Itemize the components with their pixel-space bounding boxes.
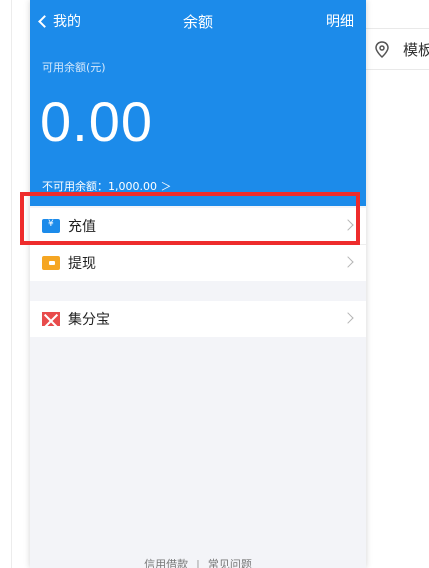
faq-link[interactable]: 常见问题	[208, 558, 252, 568]
footer-links: 信用借款 | 常见问题	[30, 556, 366, 568]
highlight-box	[20, 192, 360, 245]
list-item-label: 提现	[68, 256, 96, 272]
template-label[interactable]: 模板	[403, 39, 429, 60]
chevron-right-icon	[342, 312, 354, 324]
page-divider	[11, 0, 12, 568]
balance-amount: 0.00	[40, 90, 153, 153]
page-title: 余额	[182, 13, 213, 31]
available-balance-label: 可用余额(元)	[42, 61, 106, 74]
list-item-withdraw[interactable]: 提现	[30, 245, 366, 281]
details-button[interactable]: 明细	[326, 11, 354, 31]
list-item-label: 集分宝	[68, 312, 110, 328]
balance-header: 我的 余额 明细 可用余额(元) 0.00 不可用余额：1,000.00 ＞	[30, 0, 366, 206]
location-pin-icon[interactable]	[374, 41, 390, 59]
withdraw-icon	[42, 256, 60, 270]
menu-group-2: 集分宝	[30, 301, 366, 337]
chevron-right-icon	[342, 256, 354, 268]
list-item-jifenbao[interactable]: 集分宝	[30, 301, 366, 337]
side-toolbar: 模板	[366, 28, 429, 70]
jifenbao-icon	[42, 312, 60, 326]
footer-separator: |	[196, 558, 200, 568]
credit-loan-link[interactable]: 信用借款	[144, 558, 188, 568]
phone-screen: 我的 余额 明细 可用余额(元) 0.00 不可用余额：1,000.00 ＞ 充…	[30, 0, 366, 568]
